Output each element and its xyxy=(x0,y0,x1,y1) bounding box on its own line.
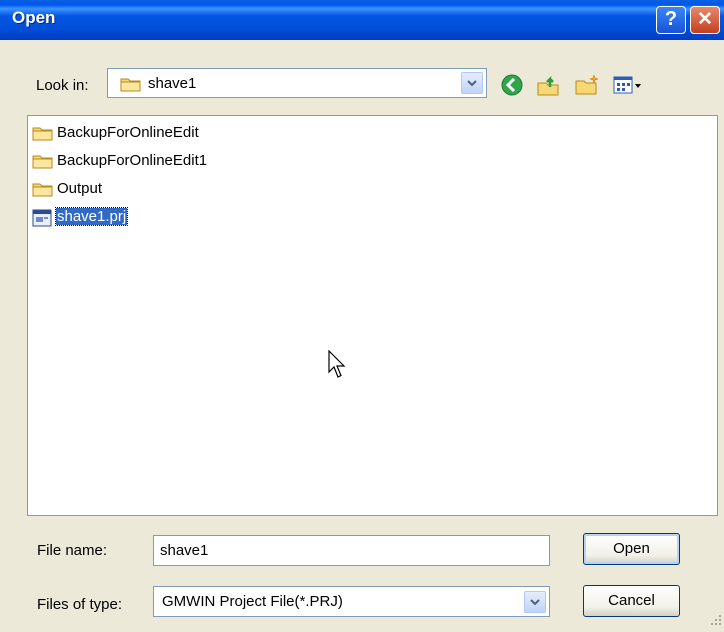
chevron-down-icon xyxy=(530,599,540,606)
open-button[interactable]: Open xyxy=(583,533,680,565)
up-folder-icon xyxy=(537,75,559,96)
mouse-cursor-icon xyxy=(328,349,348,384)
back-button[interactable] xyxy=(500,73,524,101)
back-icon xyxy=(501,74,523,96)
folder-icon xyxy=(32,153,54,173)
view-menu-icon xyxy=(613,76,641,94)
list-item-label: Output xyxy=(57,180,103,197)
file-list[interactable]: BackupForOnlineEdit BackupForOnlineEdit1… xyxy=(27,115,718,516)
look-in-label: Look in: xyxy=(36,77,89,94)
file-name-label: File name: xyxy=(37,542,108,559)
title-bar[interactable]: Open ? ✕ xyxy=(0,0,724,40)
files-of-type-label: Files of type: xyxy=(37,596,123,613)
list-item-label: BackupForOnlineEdit1 xyxy=(57,152,208,169)
folder-icon xyxy=(32,125,54,145)
files-of-type-dropdown-button[interactable] xyxy=(524,591,546,613)
project-file-icon xyxy=(32,209,52,231)
folder-icon xyxy=(32,181,54,201)
look-in-dropdown-button[interactable] xyxy=(461,72,483,94)
file-name-input[interactable] xyxy=(153,535,550,566)
chevron-down-icon xyxy=(467,80,477,87)
new-folder-icon xyxy=(575,74,599,95)
look-in-value: shave1 xyxy=(148,75,197,92)
list-item-label: shave1.prj xyxy=(54,207,129,226)
dialog-title: Open xyxy=(12,8,56,27)
folder-icon xyxy=(120,76,142,96)
files-of-type-value: GMWIN Project File(*.PRJ) xyxy=(162,593,343,610)
cancel-button[interactable]: Cancel xyxy=(583,585,680,617)
list-item-label: BackupForOnlineEdit xyxy=(57,124,199,141)
help-button[interactable]: ? xyxy=(656,6,686,34)
files-of-type-select[interactable]: GMWIN Project File(*.PRJ) xyxy=(153,586,550,617)
open-dialog: Open ? ✕ Look in: shave1 BackupForOnline… xyxy=(0,0,724,632)
resize-grip-icon[interactable] xyxy=(710,613,722,630)
view-menu-button[interactable] xyxy=(612,73,642,101)
new-folder-button[interactable] xyxy=(574,73,600,101)
close-button[interactable]: ✕ xyxy=(690,6,720,34)
up-folder-button[interactable] xyxy=(536,73,562,101)
look-in-combo[interactable]: shave1 xyxy=(107,68,487,98)
